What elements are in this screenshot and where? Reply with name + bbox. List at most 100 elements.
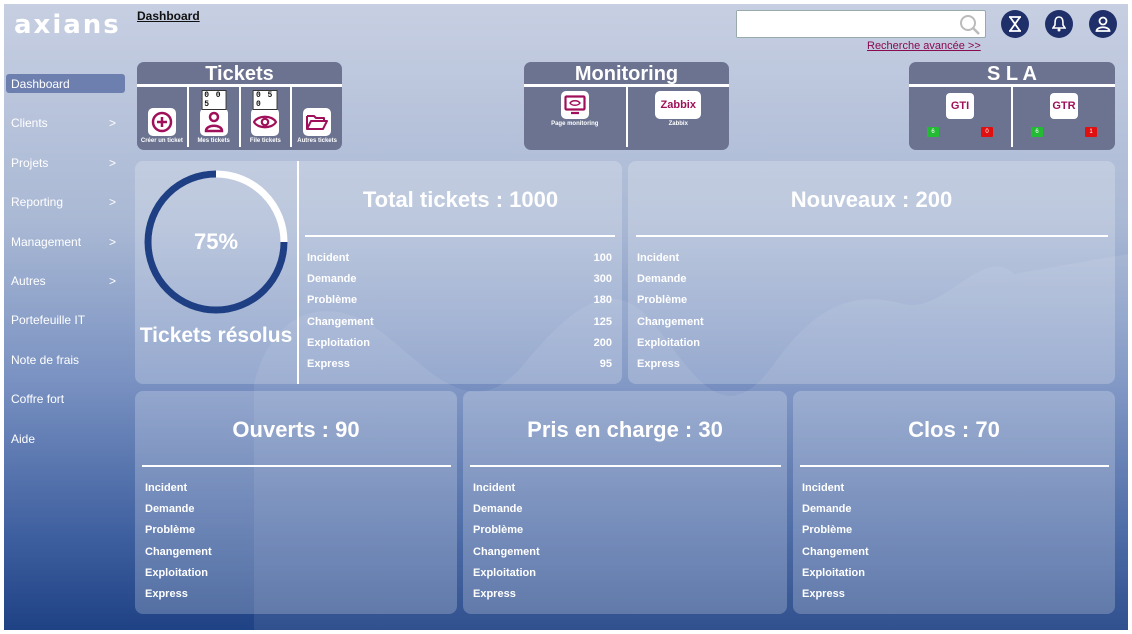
in-progress-tickets-panel: Pris en charge : 30 Incident Demande Pro… [463,391,787,614]
list-item: Changement 125 [307,315,612,328]
list-item: Incident [802,482,845,494]
search-input[interactable] [737,11,952,37]
list-item: Demande [473,503,523,516]
page-monitoring-label: Page monitoring [551,121,599,127]
list-item: Problème [145,524,196,537]
ticket-queue-counter: 0 5 0 [252,90,278,110]
list-item: Exploitation [637,336,700,349]
list-item: Incident 100 [307,252,612,264]
sidebar-item-reporting[interactable]: Reporting > [4,192,124,231]
list-item: Changement [637,315,704,328]
sidebar-item-projets[interactable]: Projets > [4,153,124,192]
gtr-green-count: 6 [1031,127,1043,137]
search-icon[interactable] [959,14,981,36]
hourglass-icon[interactable] [1001,10,1029,38]
new-tickets-list: Incident Demande Problème Changement Exp… [637,252,937,379]
list-item: Express [473,587,516,600]
total-tickets-title: Total tickets : 1000 [362,187,559,212]
resolved-caption: Tickets résolus [139,324,293,347]
total-tickets-panel: 75% Tickets résolus Total tickets : 1000… [135,161,622,384]
sidebar-item-label: Reporting [11,195,64,210]
open-tickets-panel: Ouverts : 90 Incident Demande Problème C… [135,391,457,614]
app-frame: axians Dashboard Recherche avancée >> Da… [4,4,1128,630]
sidebar-item-dashboard[interactable]: Dashboard [6,74,125,93]
gtr-badge: GTR [1050,93,1078,119]
sidebar-item-label: Management [11,234,82,249]
sidebar-item-aide[interactable]: Aide [4,429,124,468]
logo: axians [14,10,121,40]
divider [142,465,451,467]
resolved-donut: 75% [143,169,289,315]
list-item: Changement [145,545,212,558]
ticket-queue-label: File tickets [249,138,281,144]
open-tickets-title: Ouverts : 90 [232,417,360,442]
monitor-eye-icon [560,91,589,119]
my-tickets-label: Mes tickets [197,138,230,144]
divider [305,235,615,237]
divider [470,465,781,467]
zabbix-button[interactable]: Zabbix Zabbix [628,87,730,147]
list-item: Incident [637,252,680,264]
sla-gti-button[interactable]: GTI 6 0 [909,87,1013,147]
open-tickets-list: Incident Demande Problème Changement Exp… [145,482,425,609]
folder-open-icon [303,108,332,136]
zabbix-logo: Zabbix [655,91,702,119]
other-tickets-button[interactable]: Autres tickets [292,87,342,147]
sidebar-item-coffre-fort[interactable]: Coffre fort [4,389,124,428]
closed-tickets-list: Incident Demande Problème Changement Exp… [802,482,1082,609]
list-item: Problème [473,524,524,537]
sidebar-item-management[interactable]: Management > [4,232,124,271]
tickets-widget: Tickets Créer un ticket 0 0 5 Mes ticket… [137,62,342,150]
create-ticket-label: Créer un ticket [140,138,183,144]
list-item: Demande [802,503,852,516]
my-tickets-button[interactable]: 0 0 5 Mes tickets [189,87,241,147]
gti-green-count: 6 [927,127,939,137]
chevron-right-icon: > [108,195,116,210]
advanced-search-link[interactable]: Recherche avancée >> [867,40,981,52]
breadcrumb[interactable]: Dashboard [137,9,200,23]
list-item: Demande 300 [307,273,612,286]
list-item: Express [145,587,188,600]
monitoring-widget-title: Monitoring [524,62,729,87]
total-tickets-list: Incident 100 Demande 300 Problème 180 Chang… [307,252,612,379]
bell-icon[interactable] [1045,10,1073,38]
sidebar-item-note-de-frais[interactable]: Note de frais [4,350,124,389]
other-tickets-label: Autres tickets [297,138,337,144]
plus-circle-icon [147,108,176,136]
list-item: Exploitation [145,566,208,579]
sidebar-item-portefeuille-it[interactable]: Portefeuille IT [4,310,124,349]
user-icon[interactable] [1089,10,1117,38]
sidebar-item-autres[interactable]: Autres > [4,271,124,310]
sla-widget-title: S L A [909,62,1115,87]
list-item: Incident [473,482,516,494]
sidebar-item-label: Portefeuille IT [11,313,86,328]
zabbix-label: Zabbix [668,121,688,127]
chevron-right-icon: > [108,155,116,170]
chevron-right-icon: > [108,116,116,131]
list-item: Express [637,357,680,370]
sidebar-item-label: Projets [11,155,49,170]
list-item: Problème [637,294,688,307]
new-tickets-panel: Nouveaux : 200 Incident Demande Problème… [628,161,1115,384]
list-item: Exploitation [802,566,865,579]
page-monitoring-button[interactable]: Page monitoring [524,87,628,147]
sidebar-item-label: Note de frais [11,352,80,367]
list-item: Changement [802,545,869,558]
search-box[interactable] [736,10,986,38]
sidebar-item-label: Dashboard [11,77,70,91]
resolved-percent: 75% [193,229,239,254]
sla-gtr-button[interactable]: GTR 6 1 [1013,87,1115,147]
list-item: Demande [145,503,195,516]
sidebar-item-clients[interactable]: Clients > [4,113,124,152]
create-ticket-button[interactable]: Créer un ticket [137,87,189,147]
list-item: Problème 180 [307,294,612,307]
chevron-right-icon: > [108,273,116,288]
sidebar-item-label: Aide [11,431,36,446]
in-progress-tickets-title: Pris en charge : 30 [527,417,723,442]
in-progress-tickets-list: Incident Demande Problème Changement Exp… [473,482,753,609]
divider [636,235,1108,237]
sidebar-item-label: Autres [11,273,46,288]
list-item: Changement [473,545,540,558]
closed-tickets-title: Clos : 70 [908,417,1000,442]
ticket-queue-button[interactable]: 0 5 0 File tickets [241,87,293,147]
